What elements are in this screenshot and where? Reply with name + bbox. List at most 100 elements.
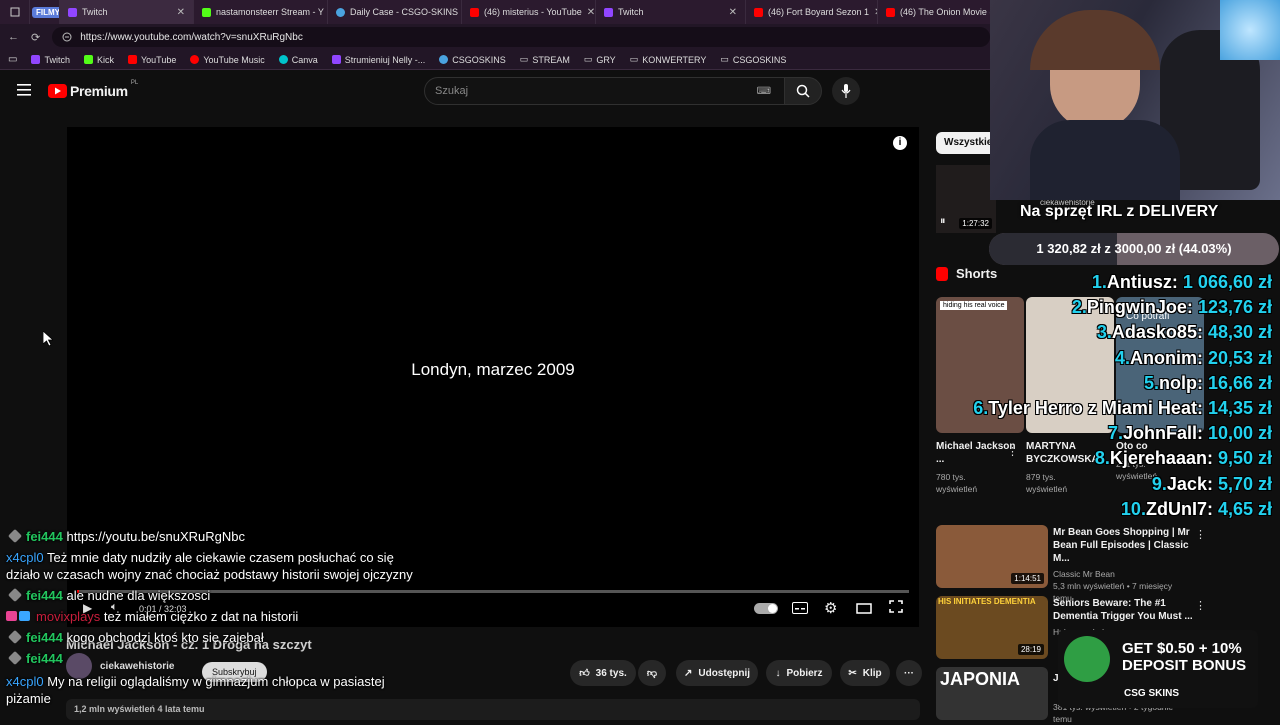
- voice-search-button[interactable]: [832, 77, 860, 105]
- more-actions-button[interactable]: ···: [896, 660, 922, 686]
- clip-button[interactable]: ✂ Klip: [840, 660, 890, 686]
- chat-text: Też mnie daty nudziły ale ciekawie czase…: [46, 550, 394, 565]
- bookmark-twitch[interactable]: Twitch: [31, 55, 70, 65]
- promo-text: GET $0.50 + 10% DEPOSIT BONUS: [1122, 640, 1246, 674]
- bookmark-canva[interactable]: Canva: [278, 54, 318, 65]
- browser-tab[interactable]: (46) Fort Boyard Sezon 1 ✕: [746, 0, 878, 24]
- bookmark-youtube[interactable]: YouTube: [127, 55, 176, 65]
- reload-icon[interactable]: ⟳: [31, 31, 40, 44]
- donor-name: Jack:: [1166, 473, 1218, 494]
- browser-tab[interactable]: (46) misterius - YouTube ✕: [462, 0, 596, 24]
- donor-row: 3.Adasko85: 48,30 zł: [1097, 322, 1272, 343]
- close-icon[interactable]: ✕: [729, 7, 737, 18]
- settings-gear-icon[interactable]: ⚙: [824, 599, 837, 617]
- chat-user: fei444: [26, 630, 63, 645]
- browser-tab[interactable]: (46) The Onion Movie (W: [878, 0, 990, 24]
- chat-text: też miałem ciężko z dat na historii: [103, 609, 299, 624]
- chat-text: https://youtu.be/snuXRuRgNbc: [66, 529, 246, 544]
- donor-name: Kjerehaaan:: [1109, 448, 1218, 469]
- folder-icon: ▭: [583, 54, 593, 64]
- bookmark-strumieniuj[interactable]: Strumieniuj Nelly -...: [331, 55, 425, 65]
- chat-message: fei444 https://youtu.be/snuXRuRgNbc: [6, 528, 476, 545]
- dislike-button[interactable]: 👎︎: [638, 660, 666, 686]
- video-thumbnail[interactable]: 1:14:51: [936, 525, 1048, 588]
- twitch-icon: [331, 55, 341, 64]
- search-button[interactable]: [784, 77, 822, 105]
- hamburger-menu-icon[interactable]: [17, 83, 31, 101]
- close-icon[interactable]: ✕: [587, 7, 595, 18]
- back-icon[interactable]: ←: [8, 31, 19, 43]
- download-button[interactable]: ↓ Pobierz: [766, 660, 832, 686]
- moderator-badge-icon: [7, 528, 23, 544]
- bookmark-folder-stream[interactable]: ▭ STREAM: [520, 54, 570, 65]
- more-vertical-icon[interactable]: ⋮: [1195, 599, 1206, 612]
- donor-rank: 6.: [973, 398, 989, 418]
- theater-mode-icon[interactable]: [856, 601, 872, 619]
- donor-row: 5.nolp: 16,66 zł: [1144, 373, 1272, 394]
- bookmark-youtube-music[interactable]: YouTube Music: [190, 55, 265, 65]
- tab-title: Daily Case - CSGO-SKINS: [350, 7, 459, 17]
- folder-icon: ▭: [629, 54, 639, 64]
- fullscreen-icon[interactable]: [889, 600, 903, 618]
- info-icon[interactable]: i: [893, 136, 907, 150]
- video-thumbnail[interactable]: HIS INITIATES DEMENTIA 28:19: [936, 596, 1048, 659]
- donation-goal-bar: 1 320,82 zł z 3000,00 zł (44.03%): [989, 233, 1279, 265]
- youtube-icon: [754, 7, 763, 17]
- kick-icon: [202, 7, 211, 17]
- tab-strip-icon[interactable]: [0, 0, 30, 24]
- chat-text: My na religii oglądaliśmy w gimnazjum ch…: [47, 674, 385, 689]
- bookmark-folder-csgoskins[interactable]: ▭ CSGOSKINS: [720, 54, 786, 65]
- chat-message-continued: działo w czasach wojny znać chociaż pods…: [6, 566, 476, 583]
- youtube-logo[interactable]: Premium PL: [48, 80, 138, 99]
- browser-tab[interactable]: Daily Case - CSGO-SKINS ✕: [328, 0, 462, 24]
- youtube-music-icon: [190, 55, 200, 64]
- share-label: Udostępnij: [698, 667, 751, 679]
- bookmark-label: STREAM: [532, 54, 570, 65]
- donation-goal-title: Na sprzęt IRL z DELIVERY: [1020, 203, 1219, 220]
- youtube-play-icon: [48, 84, 67, 98]
- chat-message: fei444 ale nudne dla większosci: [6, 587, 476, 604]
- browser-tab[interactable]: Twitch ✕: [60, 0, 194, 24]
- chat-user: fei444: [26, 651, 63, 666]
- donor-rank: 10.: [1120, 498, 1146, 519]
- scissors-icon: ✂: [848, 667, 857, 679]
- chat-message-continued: piżamie: [6, 690, 476, 707]
- video-thumbnail[interactable]: JAPONIA: [936, 667, 1048, 720]
- bookmark-folder-gry[interactable]: ▭ GRY: [584, 54, 616, 65]
- donor-name: nolp:: [1158, 372, 1208, 393]
- chat-user: x4cpl0: [6, 674, 44, 689]
- twitch-icon: [604, 7, 613, 17]
- search-input[interactable]: Szukaj ⌨: [424, 77, 786, 105]
- bookmark-folder-konwertery[interactable]: ▭ KONWERTERY: [630, 54, 707, 65]
- more-vertical-icon[interactable]: ⋮: [1195, 528, 1206, 541]
- like-button[interactable]: 👍︎ 36 tys.: [570, 660, 636, 686]
- bookmarks-menu-icon[interactable]: ▭: [8, 54, 17, 65]
- bookmark-label: Canva: [291, 54, 318, 65]
- address-bar-row: ← ⟳ https://www.youtube.com/watch?v=snuX…: [0, 24, 990, 50]
- donor-rank: 3.: [1096, 322, 1112, 343]
- share-button[interactable]: ↗ Udostępnij: [676, 660, 758, 686]
- browser-tab[interactable]: Twitch ✕: [596, 0, 746, 24]
- bookmark-csgoskins[interactable]: CSGOSKINS: [439, 55, 506, 65]
- bookmark-label: KONWERTERY: [642, 54, 707, 65]
- chat-message: fei444 kogo obchodzi ktoś kto się zajeba…: [6, 629, 476, 646]
- donor-amount: 9,50 zł: [1217, 448, 1272, 469]
- bookmark-kick[interactable]: Kick: [83, 55, 114, 65]
- browser-tab[interactable]: nastamonsteerr Stream - Y ✕: [194, 0, 328, 24]
- pause-icon[interactable]: ⏸: [940, 215, 946, 228]
- donor-rank: 7.: [1107, 423, 1123, 444]
- site-info-icon[interactable]: [62, 32, 72, 42]
- keyboard-icon[interactable]: ⌨: [757, 86, 771, 97]
- promo-mascot: [1064, 636, 1110, 682]
- duration-badge: 28:19: [1017, 644, 1044, 655]
- sidebar-thumbnail[interactable]: ⏸ 1:27:32: [936, 165, 996, 233]
- subtitles-icon[interactable]: [792, 601, 808, 619]
- donor-row: 4.Anonim: 20,53 zł: [1115, 348, 1272, 369]
- close-icon[interactable]: ✕: [177, 7, 185, 18]
- donor-name: Tyler Herro z Miami Heat:: [988, 398, 1208, 418]
- autoplay-toggle[interactable]: [754, 603, 778, 614]
- tab-title: nastamonsteerr Stream - Y: [216, 7, 324, 17]
- video-info[interactable]: Mr Bean Goes Shopping | Mr Bean Full Epi…: [1053, 526, 1193, 604]
- tab-group-filmy[interactable]: FILMY: [30, 0, 60, 24]
- url-field[interactable]: https://www.youtube.com/watch?v=snuXRuRg…: [52, 27, 990, 47]
